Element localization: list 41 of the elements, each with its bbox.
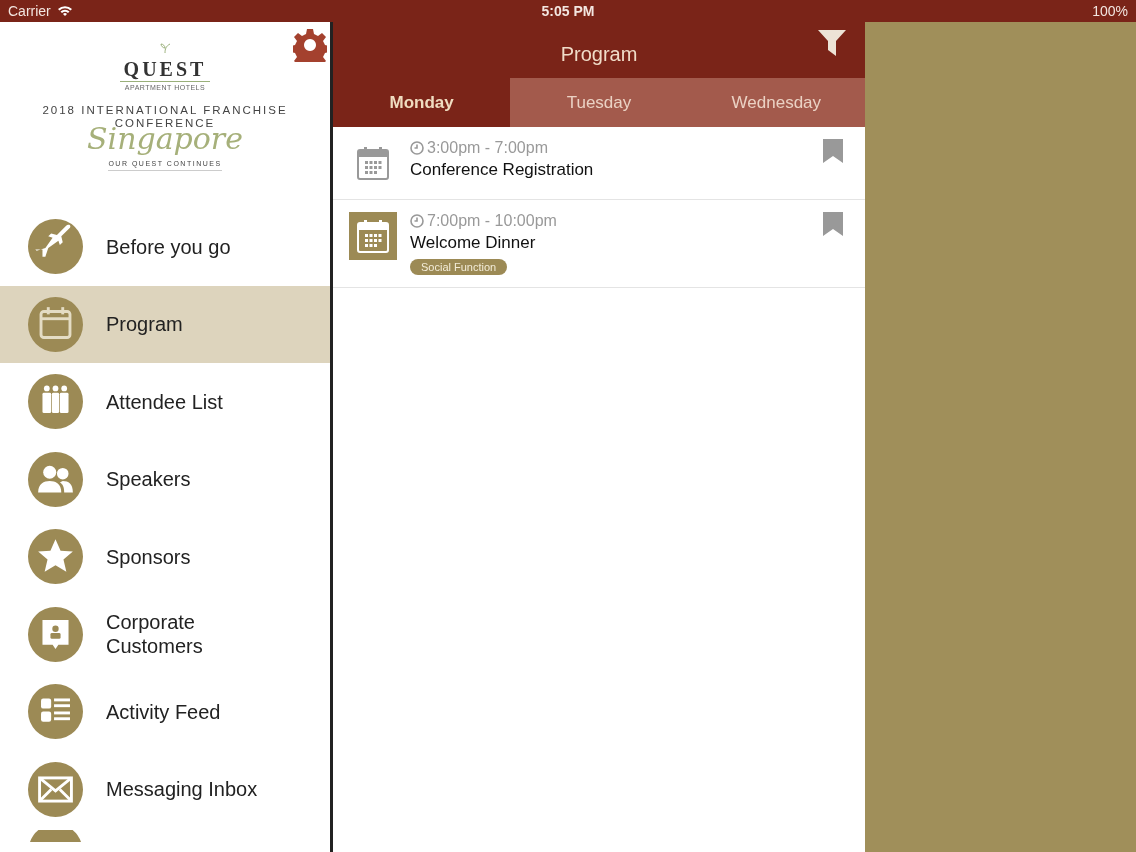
airplane-icon bbox=[28, 219, 83, 275]
calendar-icon bbox=[357, 146, 389, 180]
clock-icon bbox=[410, 141, 424, 155]
menu-item[interactable]: Sponsors bbox=[0, 518, 330, 596]
event-icon-tile bbox=[349, 212, 397, 260]
bookmark-icon[interactable] bbox=[823, 212, 843, 236]
id-badge-icon bbox=[28, 606, 83, 662]
event-row[interactable]: 7:00pm - 10:00pm Welcome Dinner Social Function bbox=[333, 200, 865, 288]
battery-label: 100% bbox=[1092, 3, 1128, 19]
clock-icon bbox=[410, 214, 424, 228]
event-title: Conference Registration bbox=[410, 160, 595, 180]
envelope-icon bbox=[28, 761, 83, 817]
day-tab[interactable]: Monday bbox=[333, 78, 511, 127]
menu-item[interactable]: Attendee List bbox=[0, 363, 330, 441]
filter-icon[interactable] bbox=[817, 29, 847, 57]
two-people-icon bbox=[28, 451, 83, 507]
leaf-icon bbox=[159, 42, 171, 54]
menu-item[interactable]: Program bbox=[0, 285, 330, 363]
people-group-icon bbox=[28, 374, 83, 430]
day-tab[interactable]: Wednesday bbox=[687, 78, 865, 127]
carrier-label: Carrier bbox=[8, 3, 51, 19]
menu-item[interactable]: Corporate Customers bbox=[0, 595, 330, 673]
category-tag: Social Function bbox=[410, 259, 508, 275]
menu-icon bbox=[28, 830, 83, 842]
event-time: 7:00pm - 10:00pm bbox=[427, 212, 557, 230]
menu-item[interactable]: Activity Feed bbox=[0, 673, 330, 751]
event-row[interactable]: 3:00pm - 7:00pm Conference Registration bbox=[333, 127, 865, 200]
menu-item[interactable]: Before you go bbox=[0, 208, 330, 286]
event-title: Welcome Dinner bbox=[410, 233, 537, 253]
event-time: 3:00pm - 7:00pm bbox=[427, 139, 548, 157]
calendar-icon bbox=[28, 296, 83, 352]
list-icon bbox=[28, 684, 83, 740]
brand-logo: QUEST bbox=[119, 58, 211, 82]
bookmark-icon[interactable] bbox=[823, 139, 843, 163]
screen-title: Program bbox=[560, 42, 638, 66]
day-tab[interactable]: Tuesday bbox=[510, 78, 688, 127]
wifi-icon bbox=[56, 5, 73, 17]
menu-item[interactable]: Messaging Inbox bbox=[0, 750, 330, 828]
menu-item[interactable]: Speakers bbox=[0, 440, 330, 518]
settings-icon[interactable] bbox=[293, 28, 327, 62]
clock-time: 5:05 PM bbox=[541, 3, 595, 19]
